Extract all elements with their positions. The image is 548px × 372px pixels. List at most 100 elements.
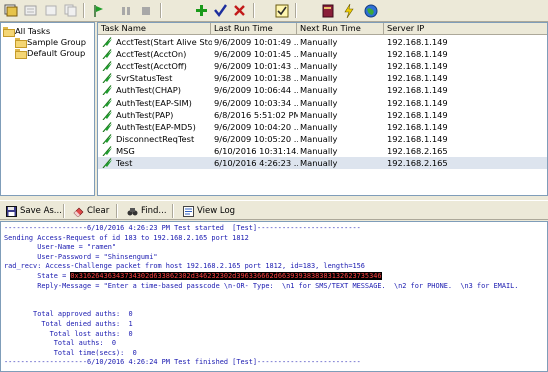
table-row[interactable]: AcctTest(AcctOff) 9/6/2009 10:01:43 ... Ma… — [98, 60, 547, 72]
cut-icon[interactable] — [42, 2, 60, 19]
table-row[interactable]: MSG 6/10/2016 10:31:14... Manually 192.168.… — [98, 145, 547, 157]
log-line-text: --------------------6/10/2016 4:26:24 PM… — [4, 358, 361, 367]
all-tasks-icon[interactable] — [2, 2, 20, 19]
task-name-cell: SvrStatusTest — [116, 73, 173, 84]
last-run-time-cell: 6/10/2016 4:26:23 ... — [214, 158, 298, 168]
task-name-cell: AuthTest(CHAP) — [116, 85, 181, 96]
column-header-task-name[interactable]: Task Name — [98, 23, 211, 35]
schedule-icon[interactable] — [273, 2, 291, 19]
floppy-disk-icon — [5, 205, 17, 217]
copy-icon[interactable] — [62, 2, 80, 19]
log-line-text: User-Password = "Shinsengumi" — [4, 252, 158, 261]
task-name-cell: AcctTest(AcctOn) — [116, 49, 187, 60]
book-icon[interactable] — [319, 2, 337, 19]
log-toolbar: Save As... Clear Find... View Log — [0, 200, 548, 220]
globe-icon[interactable] — [362, 2, 380, 19]
table-row[interactable]: AuthTest(EAP-MD5) 9/6/2009 10:04:20 ... Ma… — [98, 121, 547, 133]
table-row[interactable]: AuthTest(EAP-SIM) 9/6/2009 10:03:34 ... Ma… — [98, 97, 547, 109]
find-button[interactable]: Find... — [126, 204, 167, 218]
task-run-icon — [102, 49, 112, 60]
log-line-text: Total lost auths: 0 — [4, 329, 133, 338]
table-row[interactable]: AuthTest(CHAP) 9/6/2009 10:06:44 ... Manua… — [98, 84, 547, 96]
log-line: Total lost auths: 0 — [4, 330, 133, 339]
log-line: Total denied auths: 1 — [4, 320, 132, 329]
toolbar-separator — [160, 3, 162, 18]
view-log-icon — [182, 205, 194, 217]
task-run-icon — [102, 109, 112, 120]
table-row[interactable]: AcctTest(Start Alive Stop) 9/6/2009 10:01… — [98, 36, 547, 48]
log-line-text: Total time(secs): 0 — [4, 348, 137, 357]
log-line: --------------------6/10/2016 4:26:23 PM… — [4, 224, 361, 233]
check-icon[interactable] — [211, 2, 229, 19]
table-row[interactable]: SvrStatusTest 9/6/2009 10:01:38 ... Manual… — [98, 72, 547, 84]
task-run-icon — [102, 97, 112, 108]
log-line-text: Reply-Message = "Enter a time-based pass… — [4, 281, 519, 290]
server-ip-cell: 192.168.1.149 — [387, 61, 448, 72]
task-run-icon — [102, 85, 112, 96]
tree-item-label: Default Group — [27, 47, 86, 58]
column-header-server-ip[interactable]: Server IP — [384, 23, 547, 35]
task-list: Task Name Last Run Time Next Run Time Se… — [97, 22, 548, 196]
table-row[interactable]: AcctTest(AcctOn) 9/6/2009 10:01:45 ... Man… — [98, 48, 547, 60]
task-run-icon — [102, 121, 112, 132]
folder-icon — [15, 48, 27, 59]
run-icon[interactable] — [88, 2, 106, 19]
last-run-time-cell: 9/6/2009 10:04:20 ... — [214, 121, 298, 132]
pause-icon[interactable] — [117, 2, 135, 19]
server-ip-cell: 192.168.1.149 — [387, 97, 448, 108]
log-output[interactable]: --------------------6/10/2016 4:26:23 PM… — [0, 221, 548, 372]
tree-item-label: All Tasks — [15, 25, 51, 36]
clear-label: Clear — [87, 206, 110, 216]
tree-item-default-group[interactable]: Default Group — [15, 47, 86, 59]
next-run-time-cell: Manually — [300, 97, 338, 108]
toolbar-separator — [172, 204, 174, 218]
next-run-time-cell: Manually — [300, 145, 338, 156]
next-run-time-cell: Manually — [300, 133, 338, 144]
column-header-last-run-time[interactable]: Last Run Time — [211, 23, 297, 35]
toolbar-separator — [116, 204, 118, 218]
server-ip-cell: 192.168.1.149 — [387, 37, 448, 47]
tree-item-all-tasks[interactable]: All Tasks — [3, 25, 51, 37]
lightning-icon[interactable] — [340, 2, 358, 19]
server-ip-cell: 192.168.1.149 — [387, 133, 448, 144]
main-toolbar — [0, 0, 548, 22]
log-line: Total auths: 0 — [4, 339, 116, 348]
log-line-text: User-Name = "ramen" — [4, 243, 117, 252]
binoculars-icon — [126, 205, 138, 217]
log-line: Total time(secs): 0 — [4, 349, 137, 358]
view-log-button[interactable]: View Log — [182, 204, 235, 218]
column-header-next-run-time[interactable]: Next Run Time — [297, 23, 384, 35]
next-run-time-cell: Manually — [300, 109, 338, 120]
task-run-icon — [102, 73, 112, 84]
last-run-time-cell: 6/10/2016 10:31:14... — [214, 145, 298, 156]
log-line-text: Total auths: 0 — [4, 339, 117, 348]
log-line-text: Sending Access-Request of id 183 to 192.… — [4, 233, 249, 242]
task-run-icon — [102, 158, 112, 168]
table-row[interactable]: DisconnectReqTest 9/6/2009 10:05:20 ... Ma… — [98, 133, 547, 145]
server-ip-cell: 192.168.2.165 — [387, 145, 448, 156]
add-icon[interactable] — [192, 2, 210, 19]
delete-icon[interactable] — [230, 2, 248, 19]
last-run-time-cell: 9/6/2009 10:06:44 ... — [214, 85, 298, 96]
folder-icon — [3, 26, 15, 37]
task-run-icon — [102, 146, 112, 156]
task-name-cell: Test — [116, 158, 133, 168]
log-line: Total approved auths: 0 — [4, 310, 133, 319]
table-row[interactable]: AuthTest(PAP) 6/8/2016 5:51:02 PM Manually… — [98, 109, 547, 121]
table-row[interactable]: Test 6/10/2016 4:26:23 ... Manually 192.168… — [98, 157, 547, 169]
log-line: State = 0x31626436343734302d633862302d34… — [4, 272, 382, 281]
state-value-highlight: 0x31626436343734302d633862302d346232302d… — [70, 272, 382, 280]
server-ip-cell: 192.168.1.149 — [387, 73, 448, 84]
tree-item-sample-group[interactable]: Sample Group — [15, 36, 86, 48]
last-run-time-cell: 9/6/2009 10:05:20 ... — [214, 133, 298, 144]
task-run-icon — [102, 37, 112, 47]
task-name-cell: AuthTest(EAP-MD5) — [116, 121, 196, 132]
task-run-icon — [102, 61, 112, 72]
next-run-time-cell: Manually — [300, 158, 338, 168]
find-label: Find... — [141, 206, 167, 216]
properties-icon[interactable] — [22, 2, 40, 19]
clear-button[interactable]: Clear — [72, 204, 109, 218]
save-as-button[interactable]: Save As... — [5, 204, 62, 218]
last-run-time-cell: 9/6/2009 10:01:49 ... — [214, 37, 298, 47]
stop-icon[interactable] — [137, 2, 155, 19]
